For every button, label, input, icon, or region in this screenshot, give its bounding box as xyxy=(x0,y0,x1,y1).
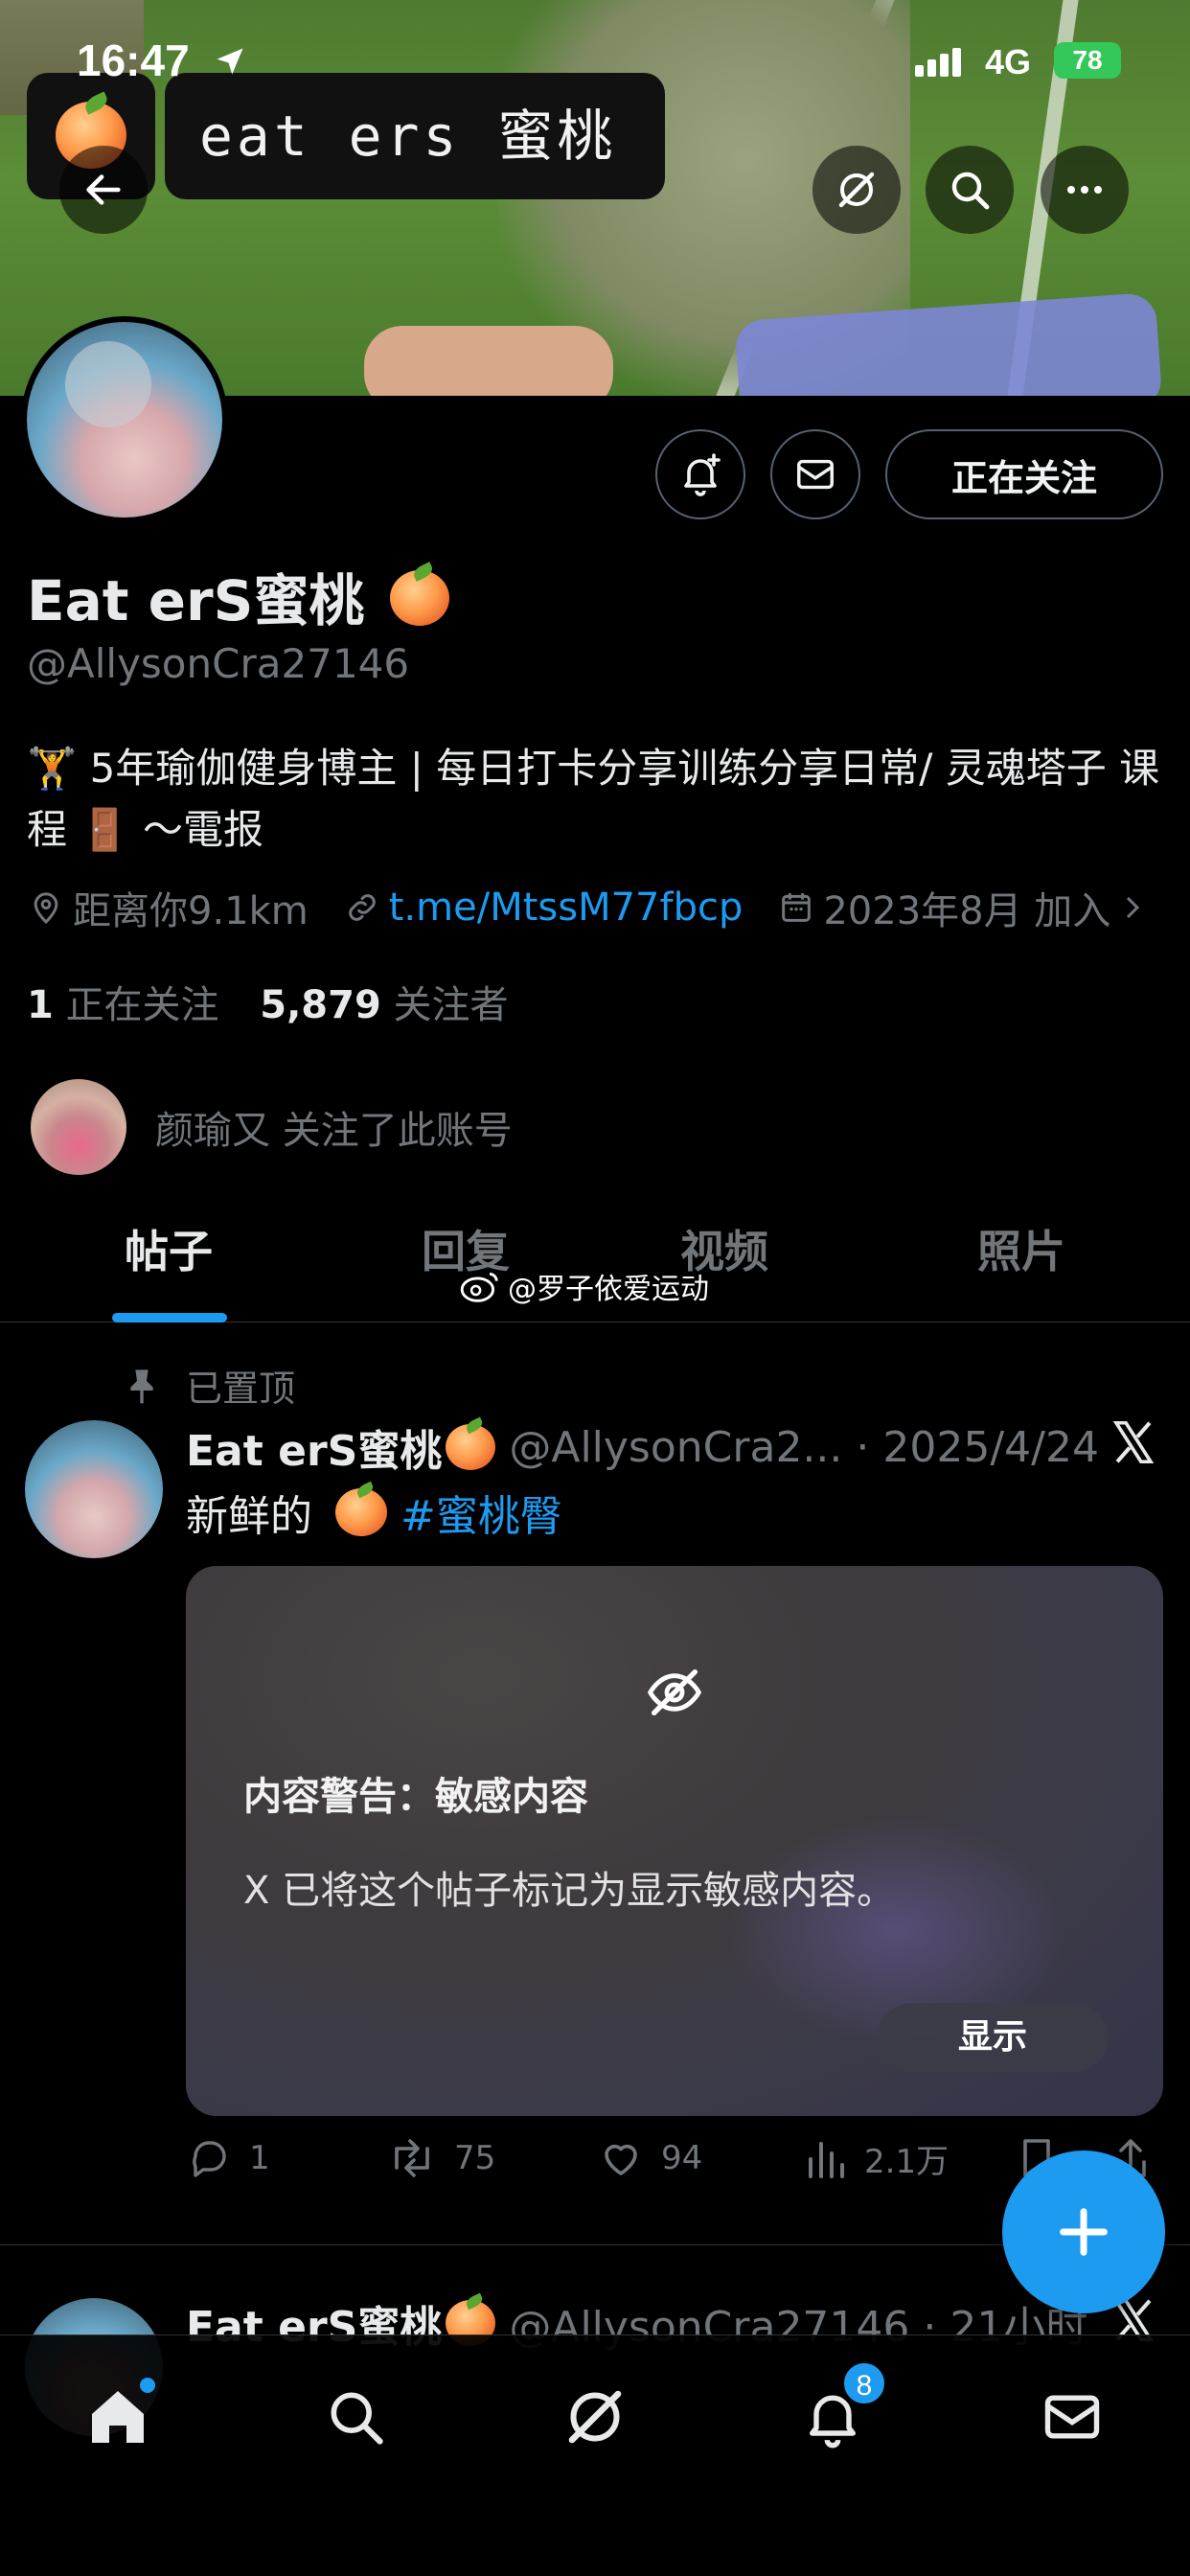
tweet-handle-date: @AllysonCra2... · 2025/4/24 xyxy=(509,1422,1099,1472)
followed-by[interactable]: 颜瑜又 关注了此账号 xyxy=(31,1079,513,1175)
retweet-icon xyxy=(395,2139,429,2177)
profile-name: Eat erS蜜桃 xyxy=(27,556,449,636)
like-count: 94 xyxy=(661,2139,703,2177)
search-icon xyxy=(951,172,990,210)
home-icon xyxy=(92,2391,144,2443)
status-bar: 16:47 4G 78 xyxy=(0,34,1190,92)
following-label: 正在关注 xyxy=(65,983,219,1027)
eye-off-icon xyxy=(647,1669,702,1715)
nav-home[interactable] xyxy=(75,2374,161,2460)
location-text: 距离你9.1km xyxy=(73,889,309,933)
search-button[interactable] xyxy=(926,146,1014,234)
location-arrow-icon xyxy=(217,48,243,75)
mail-icon xyxy=(797,459,834,490)
grok-button[interactable] xyxy=(812,146,901,234)
battery-level: 78 xyxy=(1072,45,1103,75)
website-link[interactable]: t.me/MtssM77fbcp xyxy=(343,886,744,930)
nav-grok[interactable] xyxy=(552,2374,638,2460)
nav-notifications[interactable]: 8 xyxy=(790,2360,887,2460)
link-icon xyxy=(348,894,376,921)
followers-count: 5,879 xyxy=(260,983,381,1027)
chevron-right-icon[interactable] xyxy=(1118,888,1147,927)
profile-avatar[interactable] xyxy=(21,316,228,523)
profile-meta: 距离你9.1km t.me/MtssM77fbcp 2023年8月 加入 xyxy=(27,880,1181,935)
follower-avatar xyxy=(31,1079,126,1175)
tab-posts[interactable]: 帖子 xyxy=(125,1217,213,1280)
weibo-watermark-text: @罗子依爱运动 xyxy=(508,1273,709,1306)
tab-active-indicator xyxy=(112,1313,227,1322)
signal-icon xyxy=(915,48,965,77)
bell-plus-icon xyxy=(684,453,721,496)
pin-icon xyxy=(130,1368,153,1403)
weibo-watermark: @罗子依爱运动 xyxy=(460,1265,709,1307)
mail-icon xyxy=(1044,2395,1100,2439)
retweet-action[interactable]: 75 xyxy=(387,2135,495,2181)
views-count: 2.1万 xyxy=(864,2143,950,2181)
notifications-subscribe-button[interactable] xyxy=(655,429,745,519)
retweet-count: 75 xyxy=(454,2139,496,2177)
grok-icon xyxy=(838,172,875,208)
join-date: 2023年8月 加入 xyxy=(777,880,1147,935)
reply-action[interactable]: 1 xyxy=(186,2135,270,2181)
message-button[interactable] xyxy=(770,429,860,519)
search-icon xyxy=(331,2392,383,2445)
tweet-header: Eat erS蜜桃 @AllysonCra2... · 2025/4/24 xyxy=(186,1416,1099,1478)
views-action[interactable]: 2.1万 xyxy=(805,2135,949,2182)
reply-icon xyxy=(193,2141,226,2177)
more-dots-icon xyxy=(1067,186,1102,194)
arrow-left-icon xyxy=(86,174,121,205)
tab-photos[interactable]: 照片 xyxy=(977,1217,1065,1280)
plus-icon xyxy=(1060,2208,1108,2256)
weibo-icon xyxy=(460,1272,498,1302)
following-count: 1 xyxy=(27,983,54,1027)
heart-icon xyxy=(605,2144,637,2175)
followers-count-link[interactable]: 5,879 关注者 xyxy=(260,983,508,1027)
follow-counts: 1 正在关注 5,879 关注者 xyxy=(27,974,509,1029)
calendar-icon xyxy=(782,893,812,922)
home-unread-dot xyxy=(140,2378,155,2393)
tweet-text: 新鲜的 #蜜桃臀 xyxy=(186,1482,562,1543)
pinned-label: 已置顶 xyxy=(186,1368,296,1410)
hashtag-link[interactable]: #蜜桃臀 xyxy=(400,1482,562,1543)
location: 距离你9.1km xyxy=(27,880,309,935)
battery-icon: 78 xyxy=(1054,42,1121,79)
profile-handle: @AllysonCra27146 xyxy=(27,640,410,687)
content-warning-description: X 已将这个帖子标记为显示敏感内容。 xyxy=(243,1869,896,1913)
pinned-indicator: 已置顶 xyxy=(125,1359,295,1412)
tweet-author-name[interactable]: Eat erS蜜桃 xyxy=(186,1416,442,1478)
notifications-badge: 8 xyxy=(841,2360,887,2406)
followers-label: 关注者 xyxy=(393,983,509,1027)
peach-icon xyxy=(389,570,449,626)
sensitive-media-overlay[interactable]: 内容警告：敏感内容 X 已将这个帖子标记为显示敏感内容。 显示 xyxy=(186,1566,1163,2116)
tweet-avatar[interactable] xyxy=(25,1420,163,1558)
network-type: 4G xyxy=(985,42,1032,81)
bottom-navigation: 8 xyxy=(0,2334,1190,2576)
status-time: 16:47 xyxy=(77,35,190,85)
more-button[interactable] xyxy=(1041,146,1129,234)
location-pin-icon xyxy=(34,892,58,925)
website-link-text[interactable]: t.me/MtssM77fbcp xyxy=(389,886,744,930)
peach-icon xyxy=(446,1424,496,1470)
views-chart-icon xyxy=(809,2141,844,2178)
content-warning-title: 内容警告：敏感内容 xyxy=(243,1775,588,1819)
following-button[interactable]: 正在关注 xyxy=(885,429,1163,519)
like-action[interactable]: 94 xyxy=(598,2135,702,2181)
nav-search[interactable] xyxy=(312,2374,399,2460)
profile-name-text: Eat erS蜜桃 xyxy=(27,568,365,633)
peach-icon xyxy=(335,1488,387,1536)
tweet-text-body: 新鲜的 xyxy=(186,1492,312,1541)
x-logo-icon[interactable] xyxy=(1108,1416,1159,1468)
following-count-link[interactable]: 1 正在关注 xyxy=(27,983,219,1027)
reply-count: 1 xyxy=(249,2139,270,2177)
back-button[interactable] xyxy=(59,146,148,234)
grok-icon xyxy=(568,2390,622,2444)
nav-messages[interactable] xyxy=(1029,2374,1115,2460)
join-date-text: 2023年8月 加入 xyxy=(823,889,1111,933)
profile-bio: 🏋️ 5年瑜伽健身博主 | 每日打卡分享训练分享日常/ 灵魂塔子 课程 🚪 ～電… xyxy=(27,745,1160,853)
compose-button[interactable] xyxy=(1002,2150,1165,2313)
show-sensitive-button[interactable]: 显示 xyxy=(878,2003,1108,2072)
followed-by-text: 颜瑜又 关注了此账号 xyxy=(155,1109,513,1153)
banner-figure-detail xyxy=(364,326,613,396)
